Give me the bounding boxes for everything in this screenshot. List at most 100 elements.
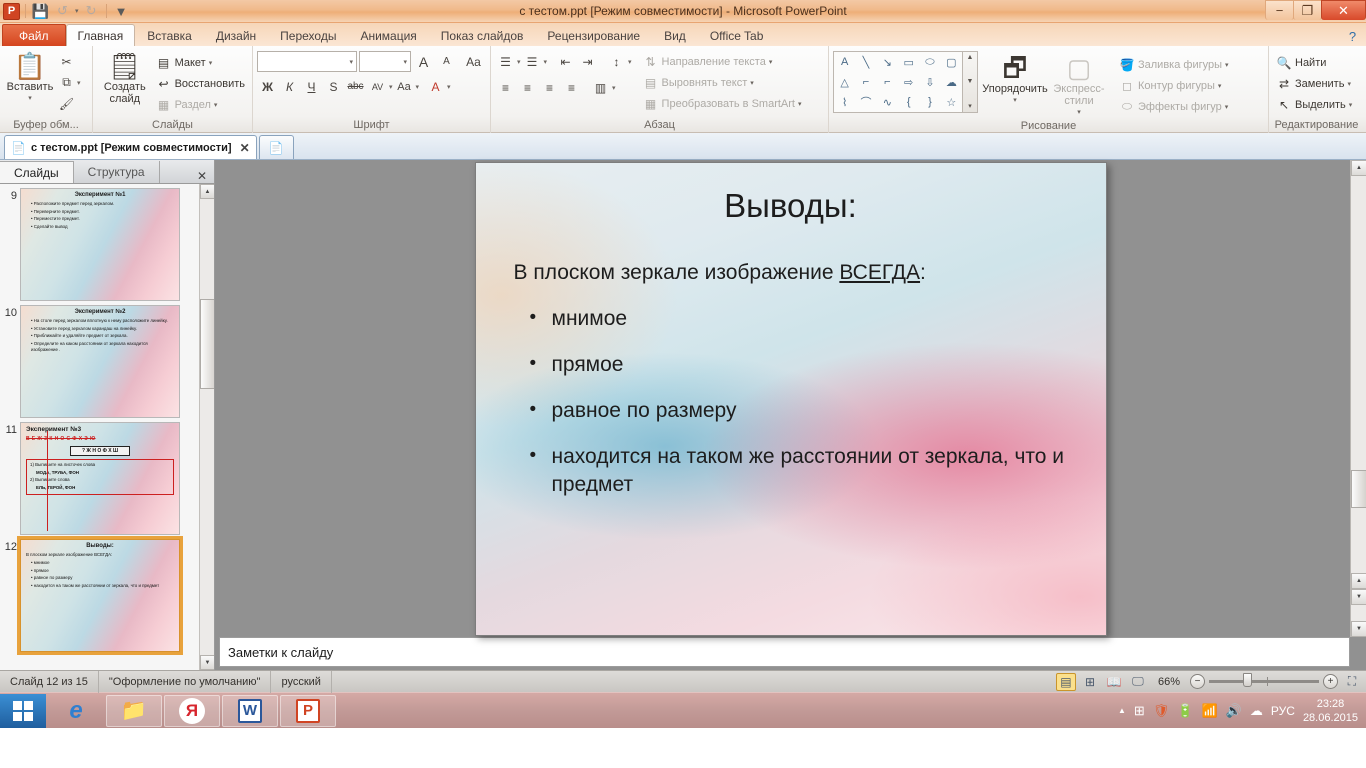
slide-count-status[interactable]: Слайд 12 из 15	[0, 670, 99, 693]
select-button[interactable]: ↖ Выделить ▾	[1273, 94, 1355, 115]
theme-status[interactable]: "Оформление по умолчанию"	[99, 670, 272, 693]
align-center-icon[interactable]: ≡	[517, 77, 538, 98]
slide-thumbnail[interactable]: Эксперимент №3 В Е Ж З К Н О С Ф Х Э Ю ?…	[20, 422, 180, 535]
shape-curve-icon[interactable]: ⌒	[860, 94, 871, 110]
shapes-gallery-scrollbar[interactable]: ▲ ▼ ▾	[963, 51, 978, 113]
zoom-slider-handle[interactable]	[1243, 673, 1252, 687]
zoom-out-button[interactable]: −	[1190, 674, 1205, 689]
zoom-slider[interactable]	[1209, 673, 1319, 687]
previous-slide-icon[interactable]: ▲	[1351, 573, 1366, 589]
italic-button[interactable]: К	[279, 76, 300, 97]
language-indicator[interactable]: РУС	[1271, 704, 1295, 718]
battery-icon[interactable]: 🔋	[1177, 703, 1193, 719]
antivirus-icon[interactable]: 🛡	[1153, 703, 1170, 719]
chevron-down-icon[interactable]: ▾	[1218, 82, 1222, 90]
slide-bullet-list[interactable]: мнимое прямое равное по размеру находитс…	[526, 304, 1070, 517]
character-spacing-icon[interactable]: AV	[367, 76, 388, 97]
quick-styles-button[interactable]: ▢ Экспресс-стили ▾	[1046, 51, 1112, 119]
replace-button[interactable]: ⇄ Заменить ▾	[1273, 73, 1355, 94]
tab-transitions[interactable]: Переходы	[268, 24, 348, 46]
tab-office-tab[interactable]: Office Tab	[698, 24, 776, 46]
chevron-down-icon[interactable]: ▾	[1013, 95, 1017, 107]
scroll-down-icon[interactable]: ▼	[200, 655, 214, 670]
shape-outline-button[interactable]: ◻ Контур фигуры ▾	[1116, 75, 1232, 96]
font-color-icon[interactable]: A	[425, 76, 446, 97]
view-reading-icon[interactable]: 📖	[1104, 673, 1124, 691]
shape-freeform-icon[interactable]: ⌇	[842, 96, 847, 109]
shape-rectangle-icon[interactable]: ▭	[903, 56, 913, 69]
tab-outline[interactable]: Структура	[74, 161, 160, 183]
chevron-down-icon[interactable]: ▾	[1225, 61, 1229, 69]
chevron-down-icon[interactable]: ▾	[1349, 101, 1353, 109]
shape-down-arrow-icon[interactable]: ⇩	[925, 76, 934, 89]
powerpoint-app-icon[interactable]: P	[3, 2, 20, 20]
shape-cloud-icon[interactable]: ☁	[946, 76, 957, 89]
section-button[interactable]: ▦ Раздел ▾	[153, 94, 248, 115]
align-left-icon[interactable]: ≡	[495, 77, 516, 98]
chevron-down-icon[interactable]: ▾	[1077, 107, 1081, 119]
arrange-button[interactable]: 🗗 Упорядочить ▾	[982, 51, 1047, 107]
chevron-down-icon[interactable]: ▾	[209, 59, 213, 67]
chevron-down-icon[interactable]: ▾	[214, 101, 218, 109]
tab-file[interactable]: Файл	[2, 24, 66, 46]
customize-qat-icon[interactable]: ▼	[112, 2, 131, 21]
text-shadow-button[interactable]: S	[323, 76, 344, 97]
scroll-down-icon[interactable]: ▼	[967, 78, 974, 85]
clock[interactable]: 23:28 28.06.2015	[1303, 697, 1358, 725]
chevron-down-icon[interactable]: ▾	[77, 79, 81, 87]
gallery-more-icon[interactable]: ▾	[968, 102, 972, 110]
list-item[interactable]: 10 Эксперимент №2 На столе перед зеркало…	[0, 301, 214, 418]
signal-icon[interactable]: 📶	[1202, 703, 1218, 719]
slide-title[interactable]: Выводы:	[476, 187, 1106, 225]
shape-effects-button[interactable]: ⬭ Эффекты фигур ▾	[1116, 96, 1232, 117]
cut-icon[interactable]: ✂	[56, 51, 77, 72]
slide-thumbnail-selected[interactable]: Выводы: В плоском зеркале изображение ВС…	[17, 536, 183, 655]
numbering-icon[interactable]: ☰	[522, 51, 543, 72]
slide-thumbnail-list[interactable]: 9 Эксперимент №1 Расположите предмет пер…	[0, 184, 214, 670]
increase-indent-icon[interactable]: ⇥	[577, 51, 598, 72]
slide-thumbnail[interactable]: Эксперимент №1 Расположите предмет перед…	[20, 188, 180, 301]
show-hidden-icons-icon[interactable]: ▲	[1118, 706, 1126, 715]
convert-smartart-button[interactable]: ▦ Преобразовать в SmartArt ▾	[640, 93, 805, 114]
chevron-down-icon[interactable]: ▾	[769, 58, 773, 66]
taskbar-item-internet-explorer[interactable]: e	[48, 695, 104, 727]
font-name-input[interactable]: ▾	[257, 51, 357, 72]
scroll-up-icon[interactable]: ▲	[1351, 160, 1366, 176]
list-item[interactable]: 11 Эксперимент №3 В Е Ж З К Н О С Ф Х Э …	[0, 418, 214, 535]
office-tab-bar[interactable]: 📄 с тестом.ppt [Режим совместимости] ✕ 📄	[0, 133, 1366, 160]
shape-elbow-arrow-icon[interactable]: ⌐	[884, 76, 890, 88]
shape-right-arrow-icon[interactable]: ⇨	[904, 76, 913, 89]
find-button[interactable]: 🔍 Найти	[1273, 52, 1355, 73]
layout-button[interactable]: ▤ Макет ▾	[153, 52, 248, 73]
help-icon[interactable]: ?	[1343, 27, 1362, 46]
align-text-button[interactable]: ▤ Выровнять текст ▾	[640, 72, 805, 93]
chevron-down-icon[interactable]: ▾	[798, 100, 802, 108]
fit-to-window-icon[interactable]: ⛶	[1342, 673, 1362, 691]
scroll-up-icon[interactable]: ▲	[967, 54, 974, 61]
quick-access-toolbar[interactable]: P 💾 ↺ ▾ ↻ ▼	[0, 2, 131, 21]
slide-panel-tabs[interactable]: Слайды Структура ✕	[0, 160, 214, 184]
shape-rounded-rect-icon[interactable]: ▢	[946, 56, 956, 69]
slide-area-scrollbar[interactable]: ▲ ▲ ▼ ▼	[1350, 160, 1366, 637]
document-tab[interactable]: 📄 с тестом.ppt [Режим совместимости] ✕	[4, 135, 257, 159]
cloud-sync-icon[interactable]: ☁	[1250, 703, 1263, 719]
view-slide-sorter-icon[interactable]: ⊞	[1080, 673, 1100, 691]
undo-icon[interactable]: ↺	[53, 2, 72, 21]
new-document-tab-button[interactable]: 📄	[258, 135, 294, 159]
change-case-icon[interactable]: Aa	[394, 76, 415, 97]
chevron-down-icon[interactable]: ▾	[517, 58, 521, 66]
chevron-down-icon[interactable]: ▾	[28, 93, 32, 105]
taskbar-item-powerpoint[interactable]: P	[280, 694, 336, 727]
restore-button[interactable]: ❐	[1293, 0, 1322, 20]
slide-canvas[interactable]: Выводы: В плоском зеркале изображение ВС…	[215, 160, 1366, 637]
copy-icon[interactable]: ⧉	[56, 72, 77, 93]
shape-elbow-icon[interactable]: ⌐	[863, 76, 869, 88]
grow-font-icon[interactable]: A	[413, 51, 434, 72]
clear-formatting-icon[interactable]: Aa	[463, 51, 484, 72]
tab-slideshow[interactable]: Показ слайдов	[429, 24, 536, 46]
text-direction-button[interactable]: ⇅ Направление текста ▾	[640, 51, 805, 72]
scroll-down-icon[interactable]: ▼	[1351, 621, 1366, 637]
scroll-up-icon[interactable]: ▲	[200, 184, 214, 199]
chevron-down-icon[interactable]: ▾	[544, 58, 548, 66]
chevron-down-icon[interactable]: ▾	[1225, 103, 1229, 111]
